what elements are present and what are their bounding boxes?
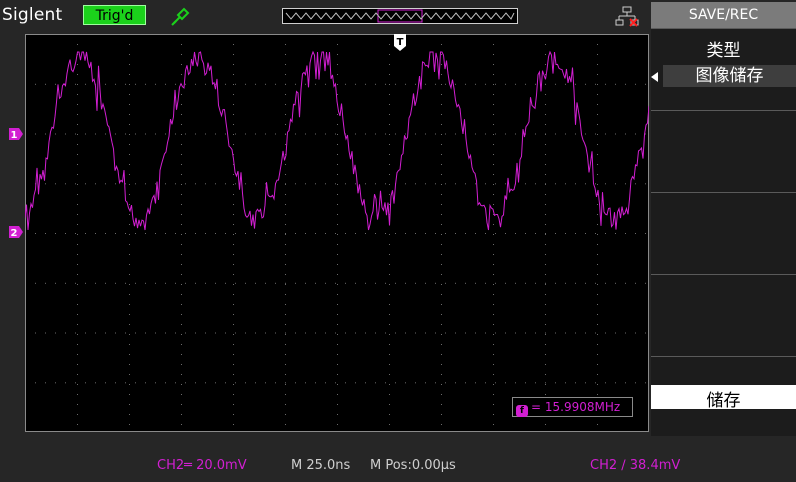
waveform-display	[25, 34, 649, 432]
memory-bar-trigger-marker: T	[397, 8, 403, 9]
softkey-4[interactable]	[651, 192, 796, 274]
type-value: 图像储存	[663, 65, 796, 87]
type-softkey[interactable]: 类型 图像储存	[651, 28, 796, 110]
horizontal-position-readout: M Pos:0.00µs	[370, 458, 456, 473]
lan-disconnected-icon	[615, 6, 639, 27]
save-button[interactable]: 储存	[651, 385, 796, 411]
type-label: 类型	[706, 41, 741, 61]
ch2-waveform-trace	[25, 50, 649, 231]
trigger-position-marker[interactable]: T	[393, 34, 407, 52]
softkey-5[interactable]	[651, 274, 796, 356]
save-label: 储存	[706, 391, 741, 411]
frequency-value: = 15.9908MHz	[531, 400, 621, 414]
ch1-marker-label: 1	[11, 130, 18, 140]
trigger-status-badge: Trig'd	[83, 5, 146, 25]
memory-depth-bar: T	[282, 8, 518, 24]
ch2-trace-line	[25, 50, 649, 231]
trigger-marker-label: T	[397, 37, 404, 48]
timebase-readout: M 25.0ns	[291, 458, 351, 473]
ch2-marker-label: 2	[11, 228, 18, 238]
frequency-counter-readout: f = 15.9908MHz	[512, 397, 633, 417]
frequency-icon: f	[516, 405, 528, 417]
channel-scale-readout: CH2═ 20.0mV	[157, 458, 247, 473]
ch1-level-marker[interactable]: 1	[9, 128, 23, 140]
menu-title: SAVE/REC	[651, 2, 796, 28]
probe-icon	[171, 7, 190, 26]
softkey-3[interactable]	[651, 110, 796, 192]
selection-arrow-icon	[651, 72, 658, 82]
ch2-level-marker[interactable]: 2	[9, 226, 23, 238]
trigger-level-readout: CH2 ∕ 38.4mV	[590, 458, 681, 473]
softkey-6[interactable]: 储存	[651, 356, 796, 436]
brand-logo: Siglent	[2, 5, 63, 25]
